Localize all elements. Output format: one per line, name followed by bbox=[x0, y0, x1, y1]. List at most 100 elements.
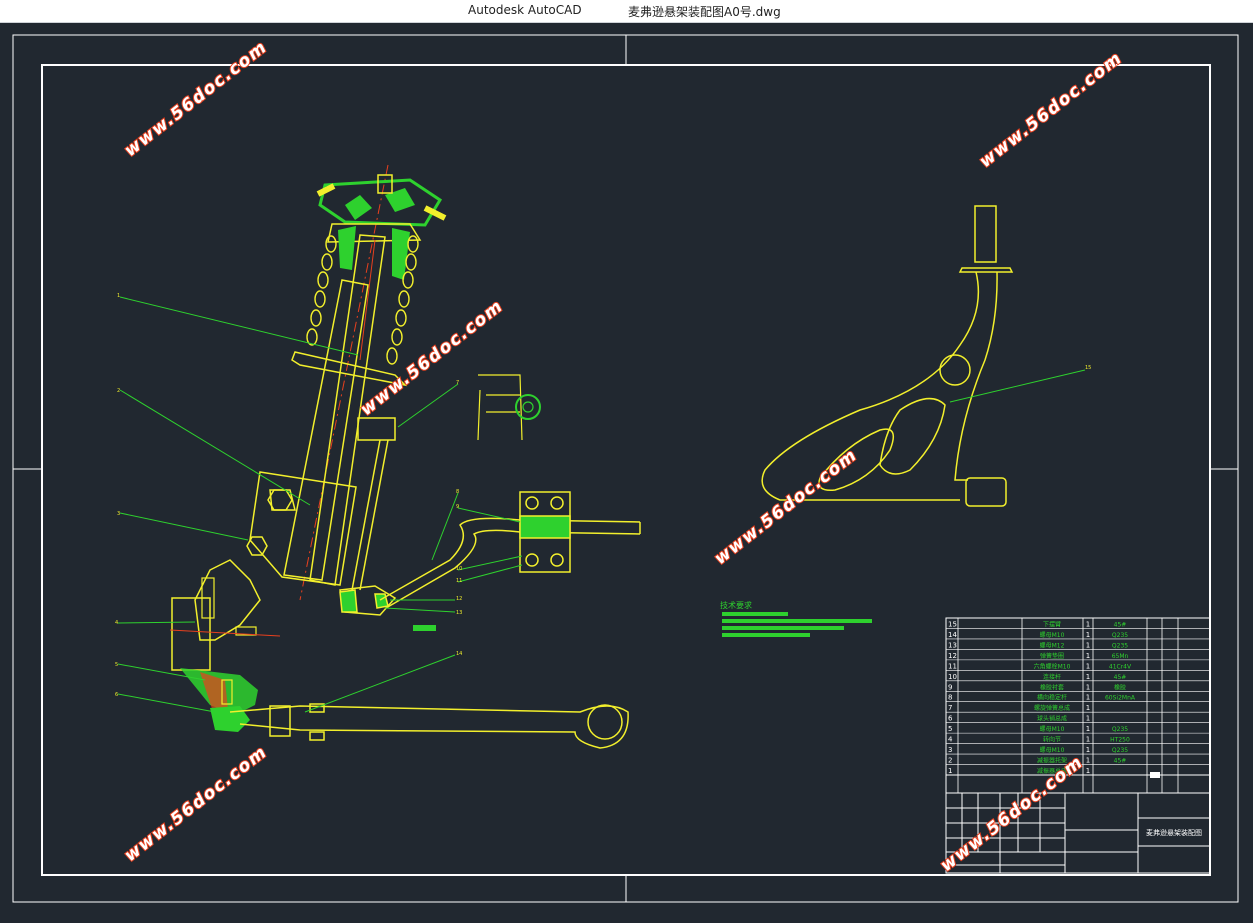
bom-cell-no: 7 bbox=[948, 704, 952, 712]
bom-cell-no: 10 bbox=[948, 673, 957, 681]
drawing-canvas[interactable]: 123 456 789 10 11 12 13 14 15 技术要求 15 下摆臂 1 45#… bbox=[0, 23, 1253, 919]
bom-row: 14 螺母M10 1 Q235 bbox=[946, 631, 1210, 640]
bom-row: 4 转向节 1 HT250 bbox=[946, 736, 1210, 744]
leader-lines bbox=[117, 296, 1086, 713]
bom-cell-name: 横向稳定杆 bbox=[1037, 694, 1067, 702]
bom-cell-no: 5 bbox=[948, 725, 952, 733]
watermarks: www.56doc.com www.56doc.com www.56doc.co… bbox=[120, 36, 1128, 877]
title-bar: Autodesk AutoCAD 麦弗逊悬架装配图A0号.dwg bbox=[0, 0, 1253, 23]
bom-row: 9 橡胶衬套 1 橡胶 bbox=[946, 683, 1210, 692]
bom-cell-no: 1 bbox=[948, 767, 952, 775]
bom-row: 8 横向稳定杆 1 60Si2MnA bbox=[946, 694, 1210, 703]
svg-text:14: 14 bbox=[456, 651, 462, 657]
bom-cell-qty: 1 bbox=[1086, 725, 1090, 733]
bom-cell-name: 球头销总成 bbox=[1037, 715, 1067, 723]
bom-cell-name: 螺母M10 bbox=[1040, 631, 1065, 639]
bom-cell-no: 2 bbox=[948, 757, 952, 765]
bom-cell-no: 12 bbox=[948, 652, 957, 660]
lower-arm-side[interactable] bbox=[229, 703, 629, 749]
stabilizer-bar[interactable] bbox=[379, 491, 641, 609]
lower-arm-top-view[interactable] bbox=[761, 205, 1014, 507]
bom-cell-material: 45# bbox=[1114, 758, 1127, 765]
bom-cell-name: 螺母M10 bbox=[1040, 746, 1065, 754]
bom-row: 15 下摆臂 1 45# bbox=[946, 620, 1210, 629]
detail-view[interactable] bbox=[477, 374, 541, 441]
bom-cell-material: 60Si2MnA bbox=[1105, 695, 1136, 702]
bom-cell-name: 弹簧垫圈 bbox=[1040, 652, 1064, 660]
bom-cell-qty: 1 bbox=[1086, 736, 1090, 744]
bom-cell-material: 橡胶 bbox=[1114, 683, 1126, 691]
svg-text:9: 9 bbox=[456, 504, 459, 510]
svg-text:2: 2 bbox=[117, 388, 120, 394]
tech-req-title: 技术要求 bbox=[720, 600, 752, 610]
bom-cell-qty: 1 bbox=[1086, 641, 1090, 649]
bom-cell-no: 6 bbox=[948, 715, 953, 723]
bom-cell-qty: 1 bbox=[1086, 715, 1090, 723]
bom-cell-qty: 1 bbox=[1086, 704, 1090, 712]
bom-cell-material: 45# bbox=[1114, 621, 1127, 628]
bom-cell-no: 4 bbox=[948, 736, 953, 744]
svg-text:5: 5 bbox=[115, 662, 118, 668]
bom-row: 12 弹簧垫圈 1 65Mn bbox=[946, 652, 1210, 661]
svg-text:10: 10 bbox=[456, 566, 462, 572]
bom-cell-qty: 1 bbox=[1086, 673, 1090, 681]
bom-cell-material: Q235 bbox=[1112, 747, 1128, 754]
bom-cell-qty: 1 bbox=[1086, 683, 1090, 691]
bom-cell-no: 8 bbox=[948, 694, 952, 702]
svg-text:7: 7 bbox=[456, 380, 459, 386]
watermark-1: www.56doc.com bbox=[121, 37, 272, 161]
bom-cell-name: 橡胶衬套 bbox=[1040, 683, 1064, 691]
leader-labels: 123 456 789 101112 131415 bbox=[115, 293, 1091, 698]
bom-cell-qty: 1 bbox=[1086, 631, 1090, 639]
svg-text:3: 3 bbox=[117, 511, 120, 517]
bom-cell-name: 螺旋弹簧总成 bbox=[1034, 704, 1070, 712]
watermark-2: www.56doc.com bbox=[976, 48, 1127, 172]
bom-cell-no: 11 bbox=[948, 662, 957, 670]
bom-cell-material: 41Cr4V bbox=[1109, 663, 1132, 670]
bom-cell-qty: 1 bbox=[1086, 694, 1090, 702]
svg-text:4: 4 bbox=[115, 620, 118, 626]
bom-row: 3 螺母M10 1 Q235 bbox=[946, 746, 1210, 755]
svg-text:12: 12 bbox=[456, 596, 462, 602]
svg-text:15: 15 bbox=[1085, 365, 1091, 371]
strut-assembly[interactable] bbox=[169, 164, 447, 732]
bom-cell-no: 9 bbox=[948, 683, 952, 691]
bom-cell-no: 15 bbox=[948, 620, 957, 628]
technical-requirements: 技术要求 bbox=[413, 600, 872, 637]
drawing-title: 麦弗逊悬架装配图 bbox=[1146, 828, 1202, 837]
bom-cell-name: 螺母M10 bbox=[1040, 725, 1065, 733]
bom-cell-qty: 1 bbox=[1086, 620, 1090, 628]
bom-cell-name: 连接杆 bbox=[1043, 673, 1061, 681]
bom-cell-name: 下摆臂 bbox=[1043, 620, 1061, 628]
bom-cell-name: 转向节 bbox=[1043, 736, 1061, 744]
bom-row: 7 螺旋弹簧总成 1 bbox=[946, 704, 1210, 713]
bom-cell-name: 六角螺栓M10 bbox=[1034, 662, 1071, 670]
bom-row: 5 螺母M10 1 Q235 bbox=[946, 725, 1210, 734]
stabilizer-link[interactable] bbox=[339, 417, 397, 616]
bom-row: 13 螺母M12 1 Q235 bbox=[946, 641, 1210, 650]
bom-cell-name: 螺母M12 bbox=[1040, 641, 1065, 649]
watermark-5: www.56doc.com bbox=[121, 742, 272, 866]
watermark-3: www.56doc.com bbox=[357, 296, 508, 420]
bom-cell-material: 65Mn bbox=[1112, 653, 1129, 660]
bom-row: 10 连接杆 1 45# bbox=[946, 673, 1210, 682]
svg-text:13: 13 bbox=[456, 610, 462, 616]
bom-cell-material: Q235 bbox=[1112, 642, 1128, 649]
bom-cell-qty: 1 bbox=[1086, 662, 1090, 670]
bom-cell-material: 45# bbox=[1114, 674, 1127, 681]
document-name: 麦弗逊悬架装配图A0号.dwg bbox=[628, 5, 781, 19]
bom-cell-qty: 1 bbox=[1086, 757, 1090, 765]
watermark-4: www.56doc.com bbox=[711, 445, 862, 569]
bom-cell-no: 14 bbox=[948, 631, 957, 639]
svg-text:1: 1 bbox=[117, 293, 120, 299]
svg-text:8: 8 bbox=[456, 489, 459, 495]
bom-row: 6 球头销总成 1 bbox=[946, 715, 1210, 723]
bom-cell-material: Q235 bbox=[1112, 726, 1128, 733]
bom-row: 11 六角螺栓M10 1 41Cr4V bbox=[946, 662, 1210, 671]
bom-cell-material: Q235 bbox=[1112, 632, 1128, 639]
bom-cell-no: 3 bbox=[948, 746, 952, 754]
app-name: Autodesk AutoCAD bbox=[468, 3, 582, 17]
bom-cell-qty: 1 bbox=[1086, 652, 1090, 660]
bom-cell-material: HT250 bbox=[1110, 737, 1130, 744]
svg-text:6: 6 bbox=[115, 692, 118, 698]
